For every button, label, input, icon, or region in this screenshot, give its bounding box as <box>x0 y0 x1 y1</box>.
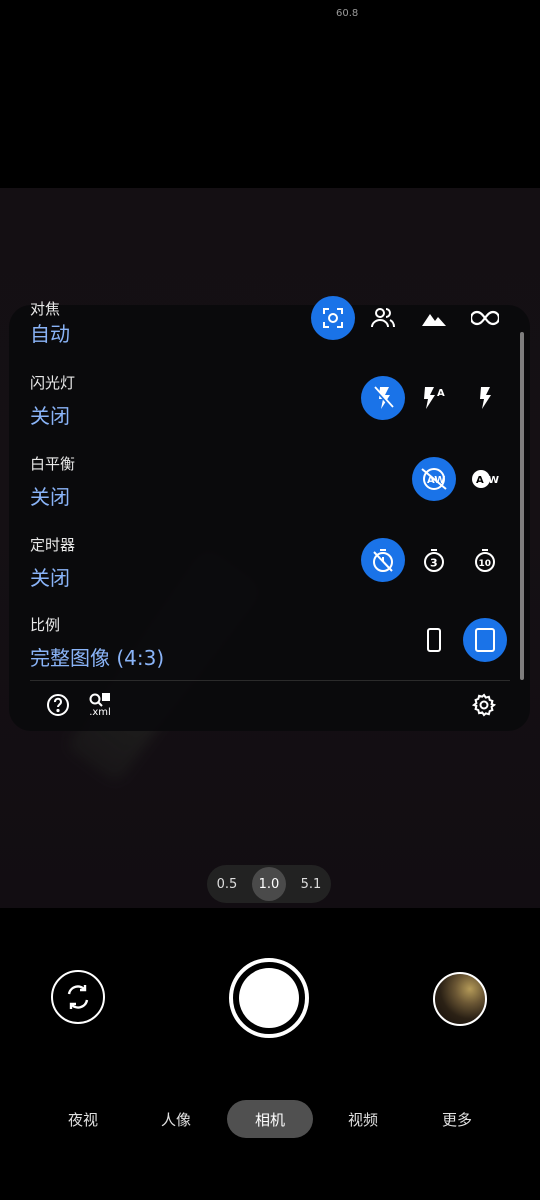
awb-icon: AW <box>472 470 499 488</box>
mode-night[interactable]: 夜视 <box>52 1100 114 1138</box>
flash-auto-option[interactable]: A <box>412 376 456 420</box>
auto-focus-icon <box>323 308 343 328</box>
timer-off-option[interactable] <box>361 538 405 582</box>
settings-scrollbar[interactable] <box>520 332 524 680</box>
focus-portrait-option[interactable] <box>361 296 405 340</box>
help-button[interactable] <box>45 692 71 718</box>
gallery-thumbnail[interactable] <box>433 972 487 1026</box>
ratio-tall-option[interactable] <box>412 618 456 662</box>
svg-text:10: 10 <box>479 559 492 569</box>
portrait-focus-icon <box>371 308 395 328</box>
focus-auto-option[interactable] <box>311 296 355 340</box>
xml-inspector-button[interactable]: .xml <box>86 690 114 720</box>
mode-video[interactable]: 视频 <box>332 1100 394 1138</box>
flash-on-option[interactable] <box>463 376 507 420</box>
settings-button[interactable] <box>471 692 497 718</box>
white-balance-value: 关闭 <box>30 485 70 509</box>
panel-divider <box>30 680 510 681</box>
svg-text:A: A <box>437 388 445 399</box>
timer-3-icon: 3 <box>424 549 444 572</box>
flash-auto-icon: A <box>424 387 445 409</box>
focus-value: 自动 <box>30 322 70 346</box>
shutter-inner <box>239 968 299 1028</box>
fps-readout: 60.8 <box>336 8 359 19</box>
mode-selector: 夜视 人像 相机 视频 更多 <box>0 1100 540 1138</box>
focus-landscape-option[interactable] <box>412 296 456 340</box>
ratio-value: 完整图像 (4:3) <box>30 646 165 670</box>
svg-text:3: 3 <box>430 557 438 570</box>
focus-infinity-option[interactable] <box>463 296 507 340</box>
svg-text:W: W <box>488 475 499 486</box>
mode-more[interactable]: 更多 <box>426 1100 488 1138</box>
camera-switch-button[interactable] <box>51 970 105 1024</box>
white-balance-title: 白平衡 <box>30 455 76 473</box>
zoom-1-0[interactable]: 1.0 <box>252 867 286 901</box>
flash-off-option[interactable] <box>361 376 405 420</box>
timer-10-option[interactable]: 10 <box>463 538 507 582</box>
infinity-icon <box>471 310 499 326</box>
svg-text:A: A <box>476 475 484 486</box>
zoom-selector: 0.5 1.0 5.1 <box>207 865 331 903</box>
white-balance-off-option[interactable]: AW <box>412 457 456 501</box>
ratio-43-option[interactable] <box>463 618 507 662</box>
help-icon <box>47 694 69 716</box>
zoom-0-5[interactable]: 0.5 <box>210 867 244 901</box>
flash-title: 闪光灯 <box>30 374 76 392</box>
landscape-icon <box>422 314 446 326</box>
timer-title: 定时器 <box>30 536 76 554</box>
status-bar: 60.8 <box>0 0 540 30</box>
xml-label: .xml <box>89 707 111 718</box>
timer-value: 关闭 <box>30 566 70 590</box>
flash-off-icon <box>373 386 394 409</box>
gear-icon <box>472 693 496 717</box>
ratio-tall-icon <box>427 628 441 652</box>
camera-switch-icon <box>67 985 89 1009</box>
white-balance-auto-option[interactable]: AW <box>463 457 507 501</box>
zoom-5-1[interactable]: 5.1 <box>294 867 328 901</box>
awb-off-icon: AW <box>421 468 447 490</box>
ratio-43-icon <box>475 628 495 652</box>
flash-on-icon <box>480 387 491 409</box>
ratio-title: 比例 <box>30 616 61 634</box>
timer-10-icon: 10 <box>475 549 495 572</box>
shutter-button[interactable] <box>229 958 309 1038</box>
timer-3-option[interactable]: 3 <box>412 538 456 582</box>
focus-title: 对焦 <box>30 300 61 318</box>
timer-off-icon <box>373 549 393 572</box>
mode-portrait[interactable]: 人像 <box>145 1100 207 1138</box>
mode-camera[interactable]: 相机 <box>227 1100 313 1138</box>
flash-value: 关闭 <box>30 404 70 428</box>
inspect-icon <box>89 693 110 707</box>
